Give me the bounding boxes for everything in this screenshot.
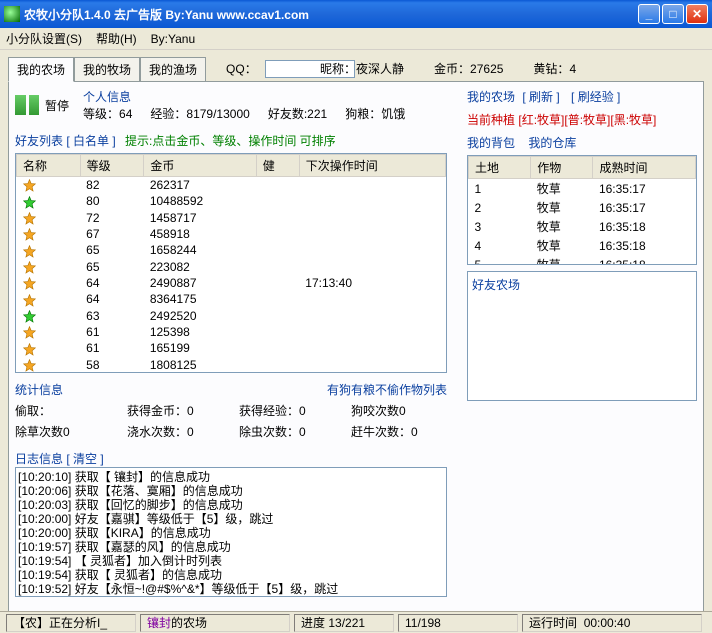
menu-settings[interactable]: 小分队设置(S) — [6, 30, 82, 47]
star-icon — [23, 228, 36, 241]
star-icon — [23, 261, 36, 274]
log-line: [10:19:54] 【 灵狐者】加入倒计时列表 — [18, 554, 444, 568]
star-icon — [23, 359, 36, 372]
log-box[interactable]: [10:20:10] 获取【 镶封】的信息成功[10:20:06] 获取【花落、… — [15, 467, 447, 597]
table-row[interactable]: 651658244 — [17, 242, 446, 258]
star-icon — [23, 294, 36, 307]
table-row[interactable]: 3牧草16:35:18 — [469, 217, 696, 236]
table-row[interactable]: 2牧草16:35:17 — [469, 198, 696, 217]
menu-help[interactable]: 帮助(H) — [96, 30, 137, 47]
table-row[interactable]: 65223082 — [17, 259, 446, 275]
minimize-button[interactable]: _ — [638, 4, 660, 24]
table-row[interactable]: 61125398 — [17, 324, 446, 340]
star-icon — [23, 212, 36, 225]
pause-label[interactable]: 暂停 — [45, 97, 69, 114]
star-icon — [23, 310, 36, 323]
table-row[interactable]: 4牧草16:35:18 — [469, 236, 696, 255]
log-line: [10:20:00] 好友【嘉骐】等级低于【5】级，跳过 — [18, 512, 444, 526]
star-icon — [23, 245, 36, 258]
star-icon — [23, 196, 36, 209]
menu-by: By:Yanu — [151, 32, 195, 46]
table-row[interactable]: 64249088717:13:40 — [17, 275, 446, 291]
nick-value: 夜深人静 — [356, 62, 404, 76]
table-row[interactable]: 67458918 — [17, 226, 446, 242]
stats-title: 统计信息 — [15, 381, 63, 398]
friendlist-header[interactable]: 好友列表 [ 白名单 ] — [15, 134, 116, 148]
star-icon — [23, 326, 36, 339]
close-button[interactable]: ✕ — [686, 4, 708, 24]
table-row[interactable]: 5牧草16:35:18 — [469, 255, 696, 265]
statusbar: 【农】正在分析I_ 镶封的农场 进度 13/221 11/198 运行时间 00… — [0, 611, 712, 633]
table-row[interactable]: 82262317 — [17, 177, 446, 194]
maximize-button[interactable]: □ — [662, 4, 684, 24]
table-row[interactable]: 581808125 — [17, 357, 446, 373]
friend-table[interactable]: 名称 等级 金币 健 下次操作时间 82262317 8010488592 72… — [15, 153, 447, 373]
myfarm-title: 我的农场 — [467, 90, 515, 104]
log-line: [10:20:00] 获取【KIRA】的信息成功 — [18, 526, 444, 540]
log-title[interactable]: 日志信息 [ 清空 ] — [15, 450, 447, 467]
menubar: 小分队设置(S) 帮助(H) By:Yanu — [0, 28, 712, 50]
tab-farm[interactable]: 我的农场 — [8, 57, 74, 82]
crop-table[interactable]: 土地 作物 成熟时间 1牧草16:35:172牧草16:35:173牧草16:3… — [467, 155, 697, 265]
table-row[interactable]: 632492520 — [17, 308, 446, 324]
log-line: [10:19:54] 获取【 灵狐者】的信息成功 — [18, 568, 444, 582]
pause-icon[interactable] — [15, 95, 39, 115]
diamond-value: 4 — [569, 62, 576, 76]
table-row[interactable]: 61165199 — [17, 340, 446, 356]
log-line: [10:20:10] 获取【 镶封】的信息成功 — [18, 470, 444, 484]
bag-link[interactable]: 我的背包 — [467, 136, 515, 150]
star-icon — [23, 179, 36, 192]
table-row[interactable]: 721458717 — [17, 210, 446, 226]
star-icon — [23, 343, 36, 356]
star-icon — [23, 277, 36, 290]
table-row[interactable]: 1牧草16:35:17 — [469, 179, 696, 199]
gold-value: 27625 — [470, 62, 503, 76]
log-line: [10:19:52] 好友【永恒~!@#$%^&*】等级低于【5】级，跳过 — [18, 582, 444, 596]
friendfarm-title: 好友农场 — [472, 278, 520, 292]
tab-ranch[interactable]: 我的牧场 — [74, 57, 140, 82]
storage-link[interactable]: 我的仓库 — [528, 136, 576, 150]
table-row[interactable]: 648364175 — [17, 291, 446, 307]
log-line: [10:20:06] 获取【花落、寞厢】的信息成功 — [18, 484, 444, 498]
window-title: 农牧小分队1.4.0 去广告版 By:Yanu www.ccav1.com — [24, 6, 638, 23]
refresh-link[interactable]: [ 刷新 ] — [522, 90, 559, 104]
app-icon — [4, 6, 20, 22]
log-line: [10:19:57] 获取【嘉瑟的风】的信息成功 — [18, 540, 444, 554]
friendlist-tip: 提示:点击金币、等级、操作时间 可排序 — [125, 134, 336, 148]
tab-fish[interactable]: 我的渔场 — [140, 57, 206, 82]
log-line: [10:20:03] 获取【回忆的脚步】的信息成功 — [18, 498, 444, 512]
table-row[interactable]: 8010488592 — [17, 193, 446, 209]
personal-title: 个人信息 — [83, 88, 405, 105]
qq-label: QQ： — [226, 60, 257, 77]
brushexp-link[interactable]: [ 刷经验 ] — [571, 90, 620, 104]
doglist-title[interactable]: 有狗有粮不偷作物列表 — [327, 381, 447, 398]
